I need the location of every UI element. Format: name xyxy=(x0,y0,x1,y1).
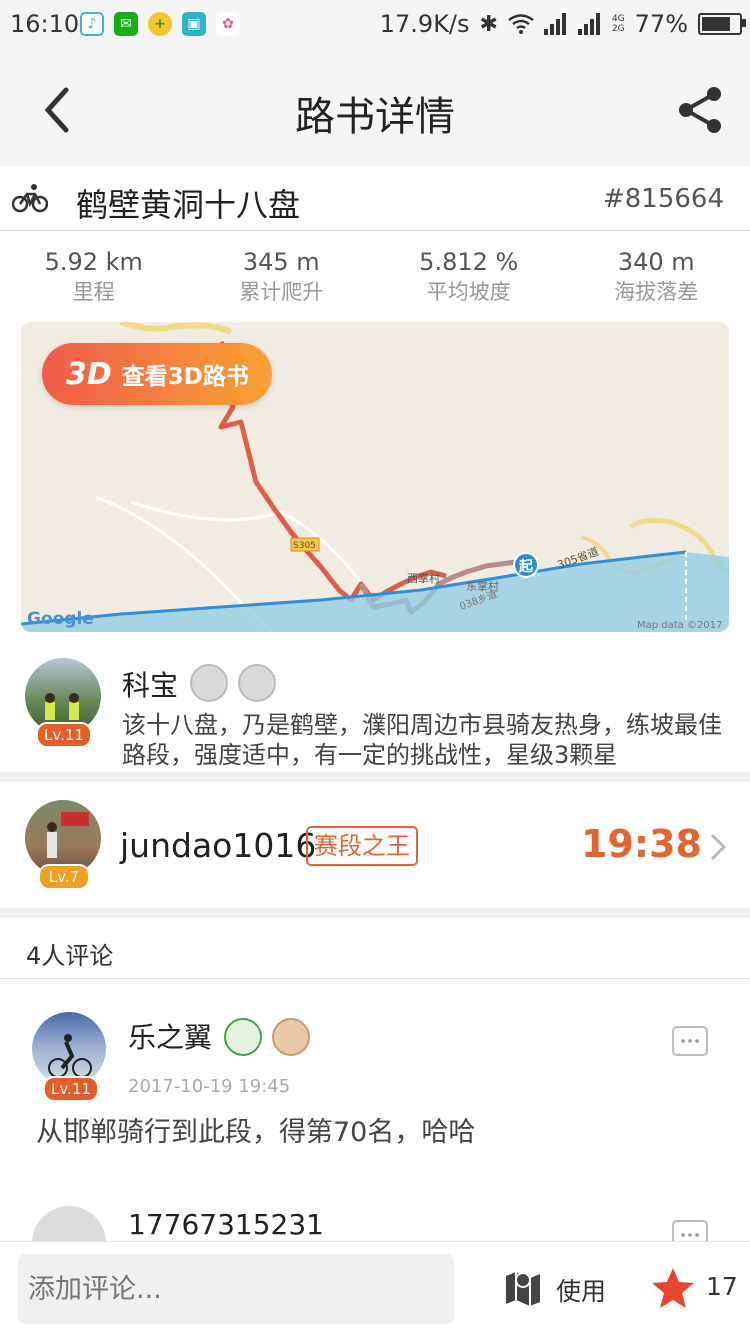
route-description: 该十八盘，乃是鹤壁，濮阳周边市县骑友热身，练坡最佳路段，强度适中，有一定的挑战性… xyxy=(122,710,732,770)
bluetooth-icon: ✱ xyxy=(480,12,498,37)
village-label-2: 东掌村 xyxy=(466,579,499,593)
star-icon[interactable] xyxy=(650,1266,696,1310)
photos-icon: ✿ xyxy=(216,12,240,36)
stat-label: 海拔落差 xyxy=(563,278,750,306)
stat-value: 345 m xyxy=(188,246,376,278)
comment-icon xyxy=(674,1028,706,1054)
stat-label: 平均坡度 xyxy=(375,278,563,306)
comment-avatar[interactable] xyxy=(32,1012,106,1086)
nav-bar: 路书详情 xyxy=(0,54,750,166)
view-3d-button[interactable]: 3D 查看3D路书 xyxy=(42,343,272,405)
comment-author[interactable]: 17767315231 xyxy=(128,1208,324,1241)
author-name[interactable]: 科宝 xyxy=(122,664,178,704)
favorite-count: 17 xyxy=(706,1272,738,1301)
chevron-right-icon xyxy=(708,832,728,862)
page-title: 路书详情 xyxy=(0,84,750,142)
route-name: 鹤壁黄洞十八盘 xyxy=(76,180,300,226)
status-time: 16:10 xyxy=(10,10,79,38)
battery-level xyxy=(702,17,730,31)
route-id: #815664 xyxy=(603,184,724,214)
stat-value: 5.812 % xyxy=(375,246,563,278)
route-stats: 5.92 km 里程 345 m 累计爬升 5.812 % 平均坡度 340 m… xyxy=(0,246,750,310)
section-divider xyxy=(0,772,750,782)
stat-distance: 5.92 km 里程 xyxy=(0,246,188,310)
king-level-badge: Lv.7 xyxy=(38,864,90,890)
stat-climb: 345 m 累计爬升 xyxy=(188,246,376,310)
view-3d-label: 查看3D路书 xyxy=(122,357,249,391)
comment-count: 4人评论 xyxy=(26,936,113,971)
wechat-icon: ✉ xyxy=(114,12,138,36)
map-copyright: Map data ©2017 xyxy=(637,620,722,631)
medal-icon xyxy=(224,1018,262,1056)
comment-level-badge: Lv.11 xyxy=(43,1076,99,1102)
comment-time: 2017-10-19 19:45 xyxy=(128,1076,290,1097)
network-type: 4G 2G xyxy=(612,14,625,34)
medal-icon xyxy=(272,1018,310,1056)
notification-icons: ♪ ✉ + ▣ ✿ xyxy=(80,12,240,36)
share-button[interactable] xyxy=(674,84,726,136)
comment-author[interactable]: 乐之翼 xyxy=(128,1016,212,1056)
village-label-1: 西掌村 xyxy=(407,571,440,585)
route-header: 鹤壁黄洞十八盘 #815664 xyxy=(0,166,750,231)
google-logo: Google xyxy=(27,609,94,629)
battery-percent: 77% xyxy=(635,10,688,38)
battery-icon xyxy=(698,13,742,35)
segment-king-badge: 赛段之王 xyxy=(306,826,418,866)
network-speed: 17.9K/s xyxy=(380,10,470,38)
status-right: 17.9K/s ✱ 4G 2G 77% xyxy=(380,10,742,38)
3d-icon: 3D xyxy=(66,357,112,392)
stat-value: 340 m xyxy=(563,246,750,278)
scan-icon: ▣ xyxy=(182,12,206,36)
reply-button[interactable] xyxy=(672,1026,708,1056)
start-marker-label: 起 xyxy=(518,558,534,575)
stat-grade: 5.812 % 平均坡度 xyxy=(375,246,563,310)
section-divider xyxy=(0,908,750,918)
stat-label: 累计爬升 xyxy=(188,278,376,306)
add-app-icon: + xyxy=(148,12,172,36)
comments-divider xyxy=(0,978,750,979)
signal-icon xyxy=(544,13,568,35)
bicycle-icon xyxy=(12,180,48,216)
map-icon xyxy=(504,1266,542,1306)
medal-icon xyxy=(190,664,228,702)
king-name: jundao1016 xyxy=(120,826,316,865)
king-time: 19:38 xyxy=(581,822,702,866)
author-level-badge: Lv.11 xyxy=(36,722,92,748)
wifi-icon xyxy=(508,14,534,34)
qq-icon: ♪ xyxy=(80,12,104,36)
comment-text: 从邯郸骑行到此段，得第70名，哈哈 xyxy=(36,1110,475,1149)
use-label: 使用 xyxy=(556,1272,606,1308)
stat-elevation-gain: 340 m 海拔落差 xyxy=(563,246,750,310)
road-label-s305: S305 xyxy=(293,541,316,551)
bottom-bar: 使用 17 xyxy=(0,1241,750,1334)
stat-label: 里程 xyxy=(0,278,188,306)
status-bar: 16:10 ♪ ✉ + ▣ ✿ 17.9K/s ✱ 4G 2G 77% xyxy=(0,0,750,54)
stat-value: 5.92 km xyxy=(0,246,188,278)
medal-icon xyxy=(238,664,276,702)
comment-input[interactable] xyxy=(18,1254,454,1324)
signal-2-icon xyxy=(578,13,602,35)
